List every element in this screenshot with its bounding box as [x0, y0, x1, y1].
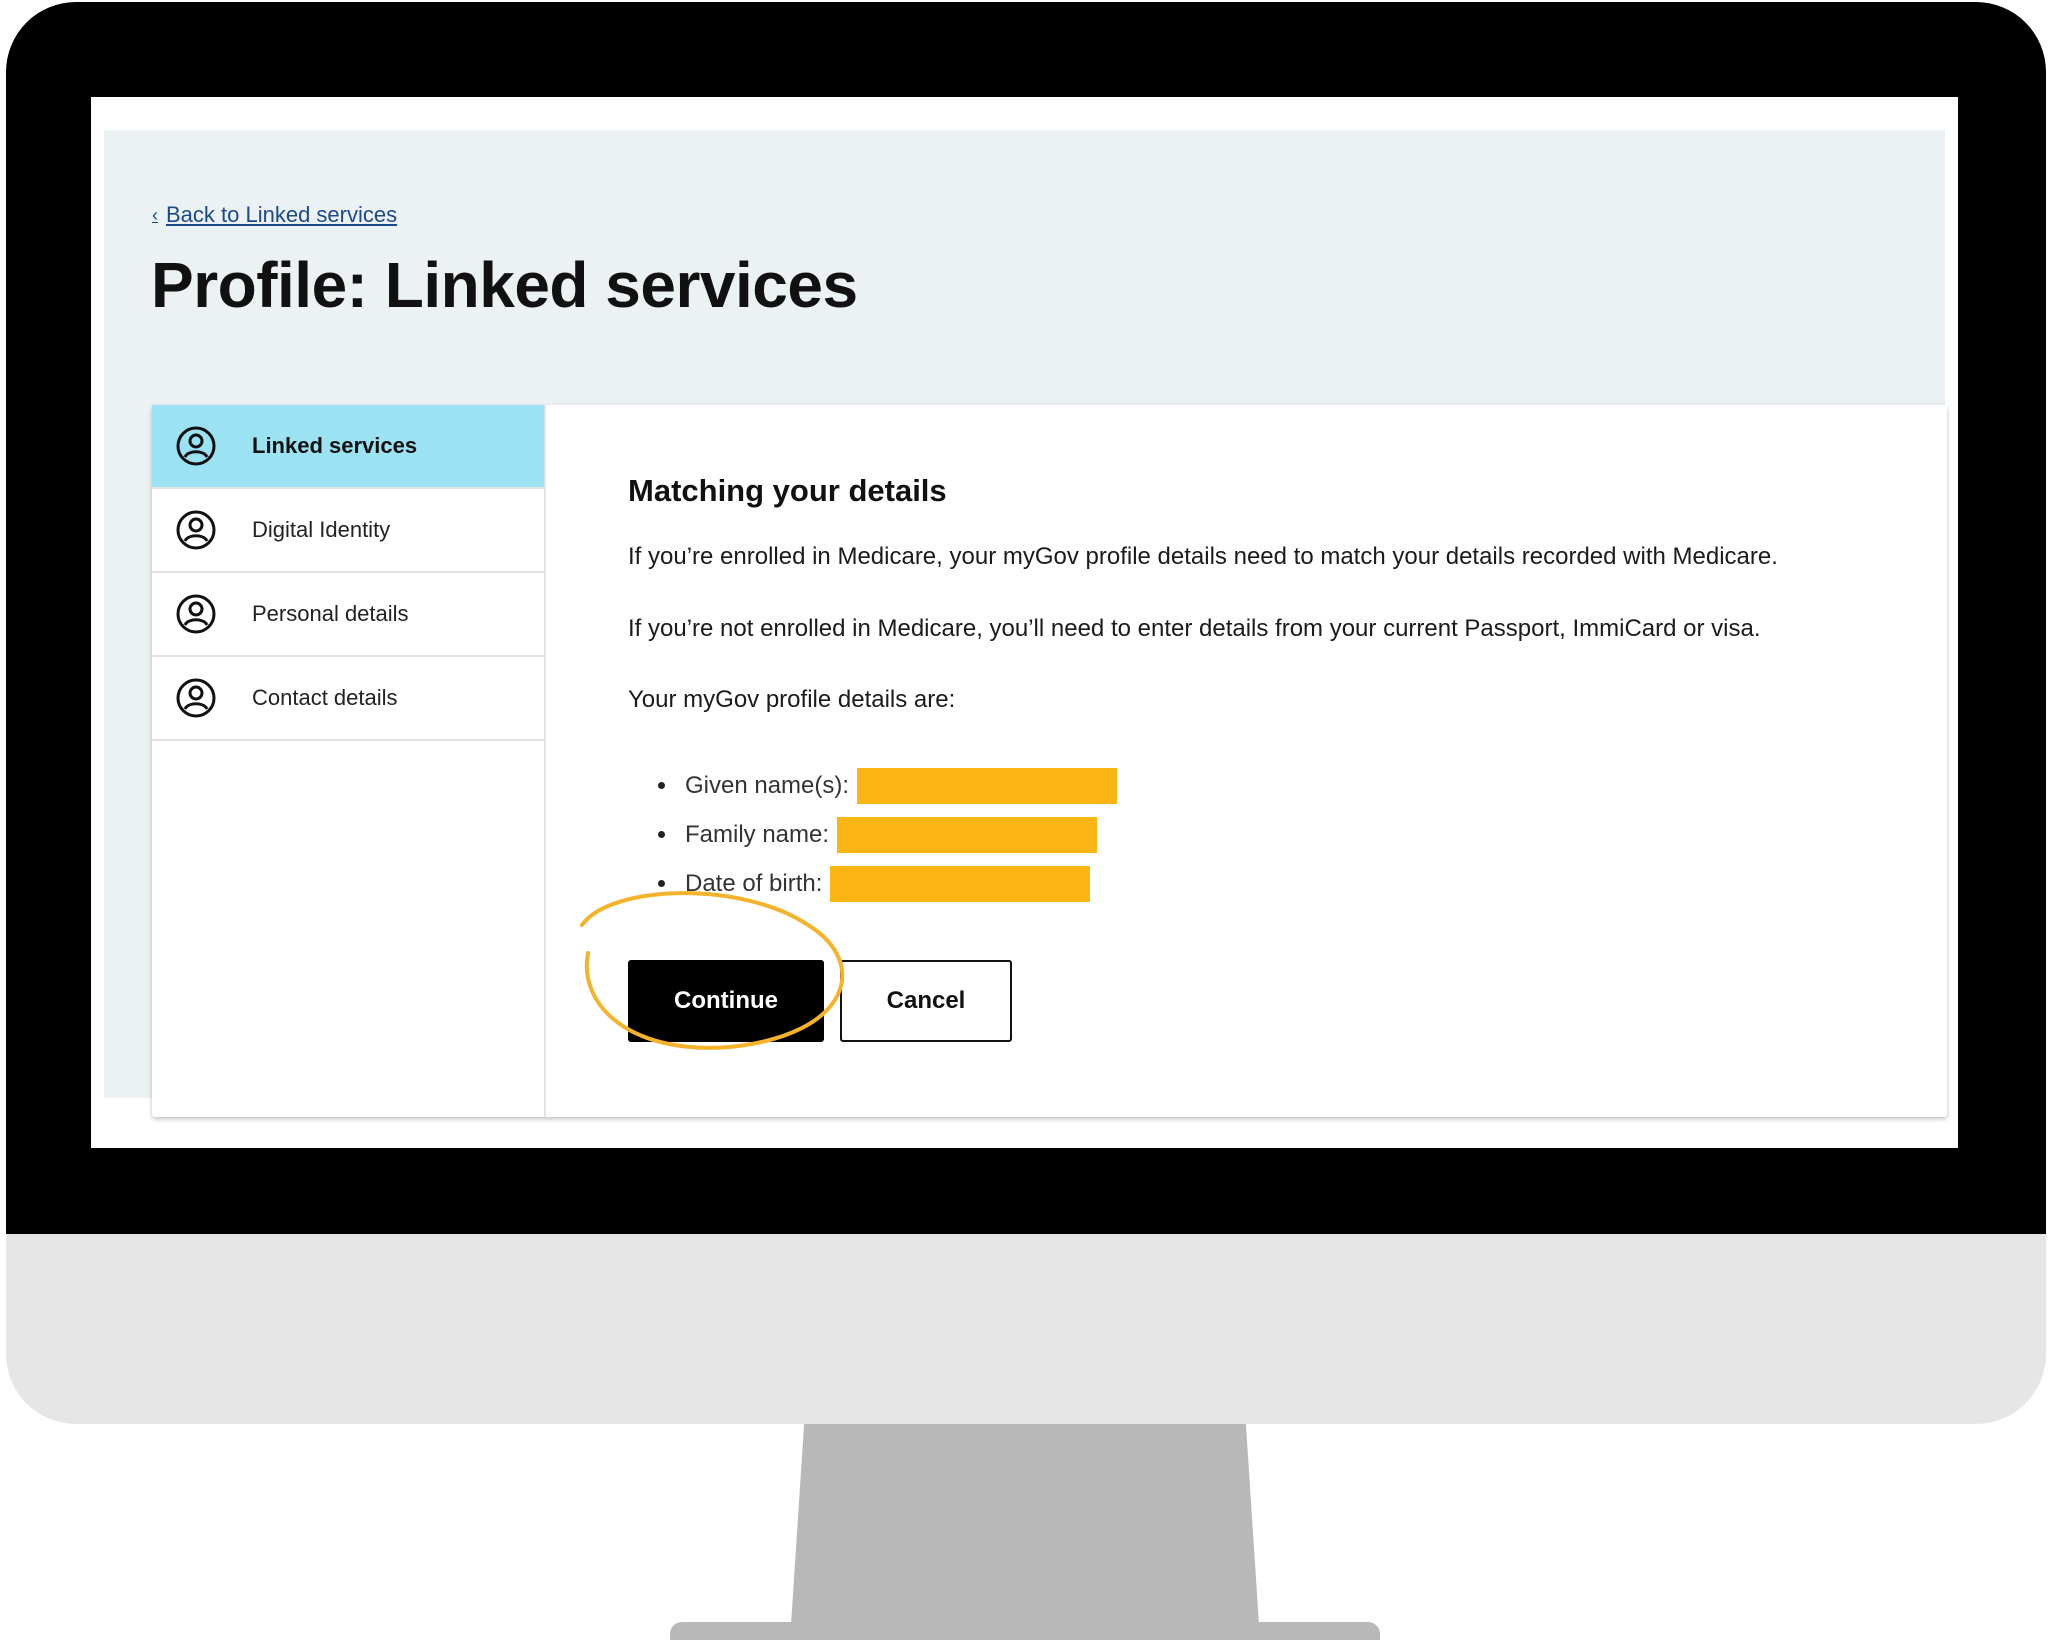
bullet	[658, 831, 665, 838]
continue-button[interactable]: Continue	[628, 960, 824, 1042]
user-circle-icon	[174, 508, 218, 552]
section-heading: Matching your details	[628, 473, 947, 508]
back-link[interactable]: ‹ Back to Linked services	[152, 202, 397, 228]
bullet	[658, 880, 665, 887]
redacted-value	[837, 816, 1098, 853]
user-circle-icon	[174, 676, 218, 720]
content-card: Linked services Digital Identity Persona…	[152, 405, 1947, 1117]
list-item: Family name:	[658, 810, 1117, 859]
monitor-stand	[790, 1424, 1260, 1640]
sidebar-item-linked-services[interactable]: Linked services	[152, 405, 544, 489]
not-enrolled-text: If you’re not enrolled in Medicare, you’…	[628, 615, 1761, 642]
family-name-label: Family name:	[685, 820, 830, 848]
sidebar-item-personal-details[interactable]: Personal details	[152, 573, 544, 657]
redacted-value	[830, 865, 1091, 902]
user-circle-icon	[174, 424, 218, 468]
sidebar-item-label: Personal details	[252, 601, 409, 626]
sidebar-nav: Linked services Digital Identity Persona…	[152, 405, 546, 1117]
user-circle-icon	[174, 592, 218, 636]
redacted-value	[857, 767, 1118, 804]
sidebar-item-label: Contact details	[252, 685, 398, 710]
given-name-label: Given name(s):	[685, 771, 850, 799]
sidebar-item-digital-identity[interactable]: Digital Identity	[152, 489, 544, 573]
sidebar-item-label: Digital Identity	[252, 517, 391, 542]
page-title: Profile: Linked services	[151, 249, 858, 321]
profile-details-list: Given name(s): Family name: Date of birt…	[658, 761, 1118, 908]
monitor-illustration: ‹ Back to Linked services Profile: Linke…	[0, 0, 2048, 1640]
profile-details-intro: Your myGov profile details are:	[628, 686, 956, 713]
screen: ‹ Back to Linked services Profile: Linke…	[91, 97, 1958, 1148]
list-item: Given name(s):	[658, 761, 1118, 810]
date-of-birth-label: Date of birth:	[685, 869, 823, 897]
monitor-chin	[6, 1234, 2046, 1424]
list-item: Date of birth:	[658, 859, 1117, 908]
sidebar-item-contact-details[interactable]: Contact details	[152, 657, 544, 741]
sidebar-item-label: Linked services	[252, 433, 418, 458]
monitor-stand-base	[670, 1622, 1380, 1640]
cancel-button[interactable]: Cancel	[840, 960, 1012, 1042]
back-link-label: Back to Linked services	[166, 202, 398, 227]
page-background: ‹ Back to Linked services Profile: Linke…	[104, 130, 1947, 1117]
chevron-left-icon: ‹	[152, 204, 158, 225]
medicare-enrolled-text: If you’re enrolled in Medicare, your myG…	[628, 543, 1778, 570]
bullet	[658, 782, 665, 789]
